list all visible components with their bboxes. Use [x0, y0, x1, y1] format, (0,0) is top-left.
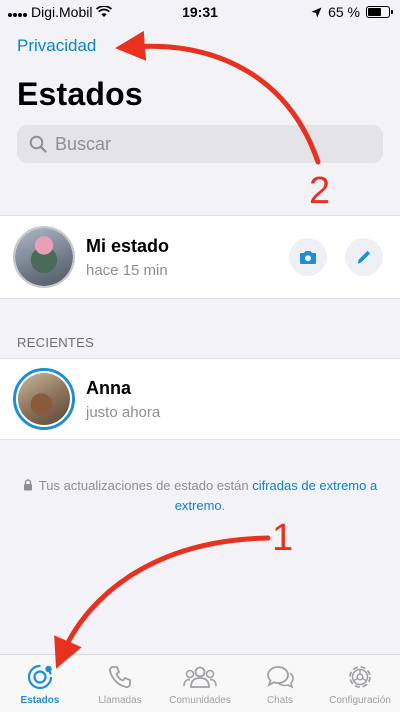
annotation-number-2: 2 — [309, 170, 331, 212]
annotation-number-1: 1 — [272, 517, 294, 559]
encryption-period: . — [221, 498, 226, 513]
chats-icon — [267, 666, 294, 689]
my-status-name: Mi estado — [86, 236, 170, 256]
recent-section-header: RECIENTES — [17, 335, 95, 350]
encryption-note: Tus actualizaciones de estado están cifr… — [0, 476, 400, 516]
page-title: Estados — [17, 76, 143, 112]
tab-llamadas[interactable]: Llamadas — [80, 655, 160, 712]
contact-avatar[interactable] — [13, 368, 75, 430]
status-right: 65 % — [311, 4, 393, 20]
contact-status-time: justo ahora — [86, 404, 161, 421]
communities-icon — [183, 666, 217, 688]
tab-chats[interactable]: Chats — [240, 655, 320, 712]
status-bar: Digi.Mobil 19:31 65 % — [0, 0, 400, 26]
privacy-link[interactable]: Privacidad — [17, 36, 96, 56]
tab-estados[interactable]: Estados — [0, 655, 80, 712]
my-avatar[interactable] — [13, 226, 75, 288]
tab-label: Configuración — [329, 695, 391, 706]
search-input[interactable] — [55, 133, 355, 155]
tab-comunidades[interactable]: Comunidades — [160, 655, 240, 712]
my-status-row[interactable]: Mi estado hace 15 min — [0, 215, 400, 299]
edit-text-button[interactable] — [345, 238, 383, 276]
battery-icon — [366, 6, 393, 18]
tab-label: Comunidades — [169, 695, 231, 706]
contact-name: Anna — [86, 378, 131, 398]
arrow-to-estados-tab — [54, 535, 271, 669]
gear-icon — [349, 666, 371, 688]
camera-button[interactable] — [289, 238, 327, 276]
encryption-text: Tus actualizaciones de estado están — [38, 478, 253, 493]
search-icon — [29, 135, 47, 153]
tab-configuracion[interactable]: Configuración — [320, 655, 400, 712]
camera-icon — [300, 251, 316, 264]
battery-percent: 65 % — [328, 4, 360, 20]
my-status-time: hace 15 min — [86, 262, 168, 279]
search-bar[interactable] — [17, 125, 383, 163]
tab-label: Chats — [266, 695, 294, 706]
tab-label: Estados — [20, 695, 60, 706]
status-icon — [27, 664, 53, 690]
tab-label: Llamadas — [98, 695, 142, 706]
lock-icon — [23, 479, 32, 491]
location-arrow-icon — [311, 7, 322, 17]
recent-status-row[interactable]: Anna justo ahora — [0, 358, 400, 440]
pencil-icon — [357, 250, 371, 264]
tab-bar: Estados Llamadas Comunidades Chats Confi… — [0, 654, 400, 712]
phone-icon — [109, 666, 131, 688]
